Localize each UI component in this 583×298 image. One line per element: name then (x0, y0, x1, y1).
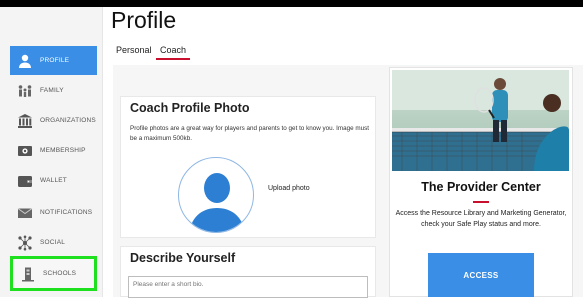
bio-input[interactable] (128, 276, 368, 298)
window-top-border (0, 0, 583, 7)
sidebar-item-profile[interactable]: PROFILE (10, 46, 97, 75)
sidebar-item-label: ORGANIZATIONS (40, 117, 96, 124)
wallet-icon (17, 173, 33, 189)
profile-photo-card (120, 96, 376, 238)
avatar-placeholder[interactable] (178, 157, 254, 233)
sidebar-item-wallet[interactable]: WALLET (10, 166, 97, 195)
sidebar-item-label: FAMILY (40, 87, 64, 94)
sidebar-item-family[interactable]: FAMILY (10, 76, 97, 105)
sidebar-item-organizations[interactable]: ORGANIZATIONS (10, 106, 97, 135)
school-building-icon (20, 266, 36, 282)
network-icon (17, 235, 33, 251)
profile-photo-heading: Coach Profile Photo (130, 101, 250, 115)
sidebar-item-label: SOCIAL (40, 239, 66, 246)
provider-center-description: Access the Resource Library and Marketin… (395, 210, 567, 228)
tab-coach[interactable]: Coach (160, 45, 186, 55)
access-button[interactable]: ACCESS (428, 253, 534, 297)
sidebar: PROFILE FAMILY ORGANIZATIONS MEMBERSHIP … (0, 7, 103, 297)
sidebar-item-membership[interactable]: MEMBERSHIP (10, 136, 97, 165)
active-tab-indicator (156, 58, 190, 60)
upload-photo-link[interactable]: Upload photo (268, 185, 310, 192)
sidebar-item-notifications[interactable]: NOTIFICATIONS (10, 198, 97, 227)
provider-center-title: The Provider Center (421, 180, 541, 194)
envelope-icon (17, 205, 33, 221)
sidebar-item-social[interactable]: SOCIAL (10, 228, 97, 257)
page-title: Profile (111, 7, 177, 33)
profile-photo-description: Profile photos are a great way for playe… (130, 125, 370, 142)
sidebar-item-label: MEMBERSHIP (40, 147, 86, 154)
bio-heading: Describe Yourself (130, 251, 236, 265)
building-icon (17, 113, 33, 129)
sidebar-item-schools[interactable]: SCHOOLS (10, 256, 97, 291)
sidebar-item-label: SCHOOLS (43, 270, 77, 277)
provider-tennis-image (392, 70, 569, 171)
sidebar-item-label: NOTIFICATIONS (40, 209, 93, 216)
avatar-silhouette-icon (189, 173, 245, 232)
sidebar-item-label: WALLET (40, 177, 67, 184)
family-icon (17, 83, 33, 99)
person-icon (17, 53, 33, 69)
tab-personal[interactable]: Personal (116, 45, 152, 55)
sidebar-item-label: PROFILE (40, 57, 70, 64)
membership-card-icon (17, 143, 33, 159)
provider-divider (473, 201, 489, 203)
